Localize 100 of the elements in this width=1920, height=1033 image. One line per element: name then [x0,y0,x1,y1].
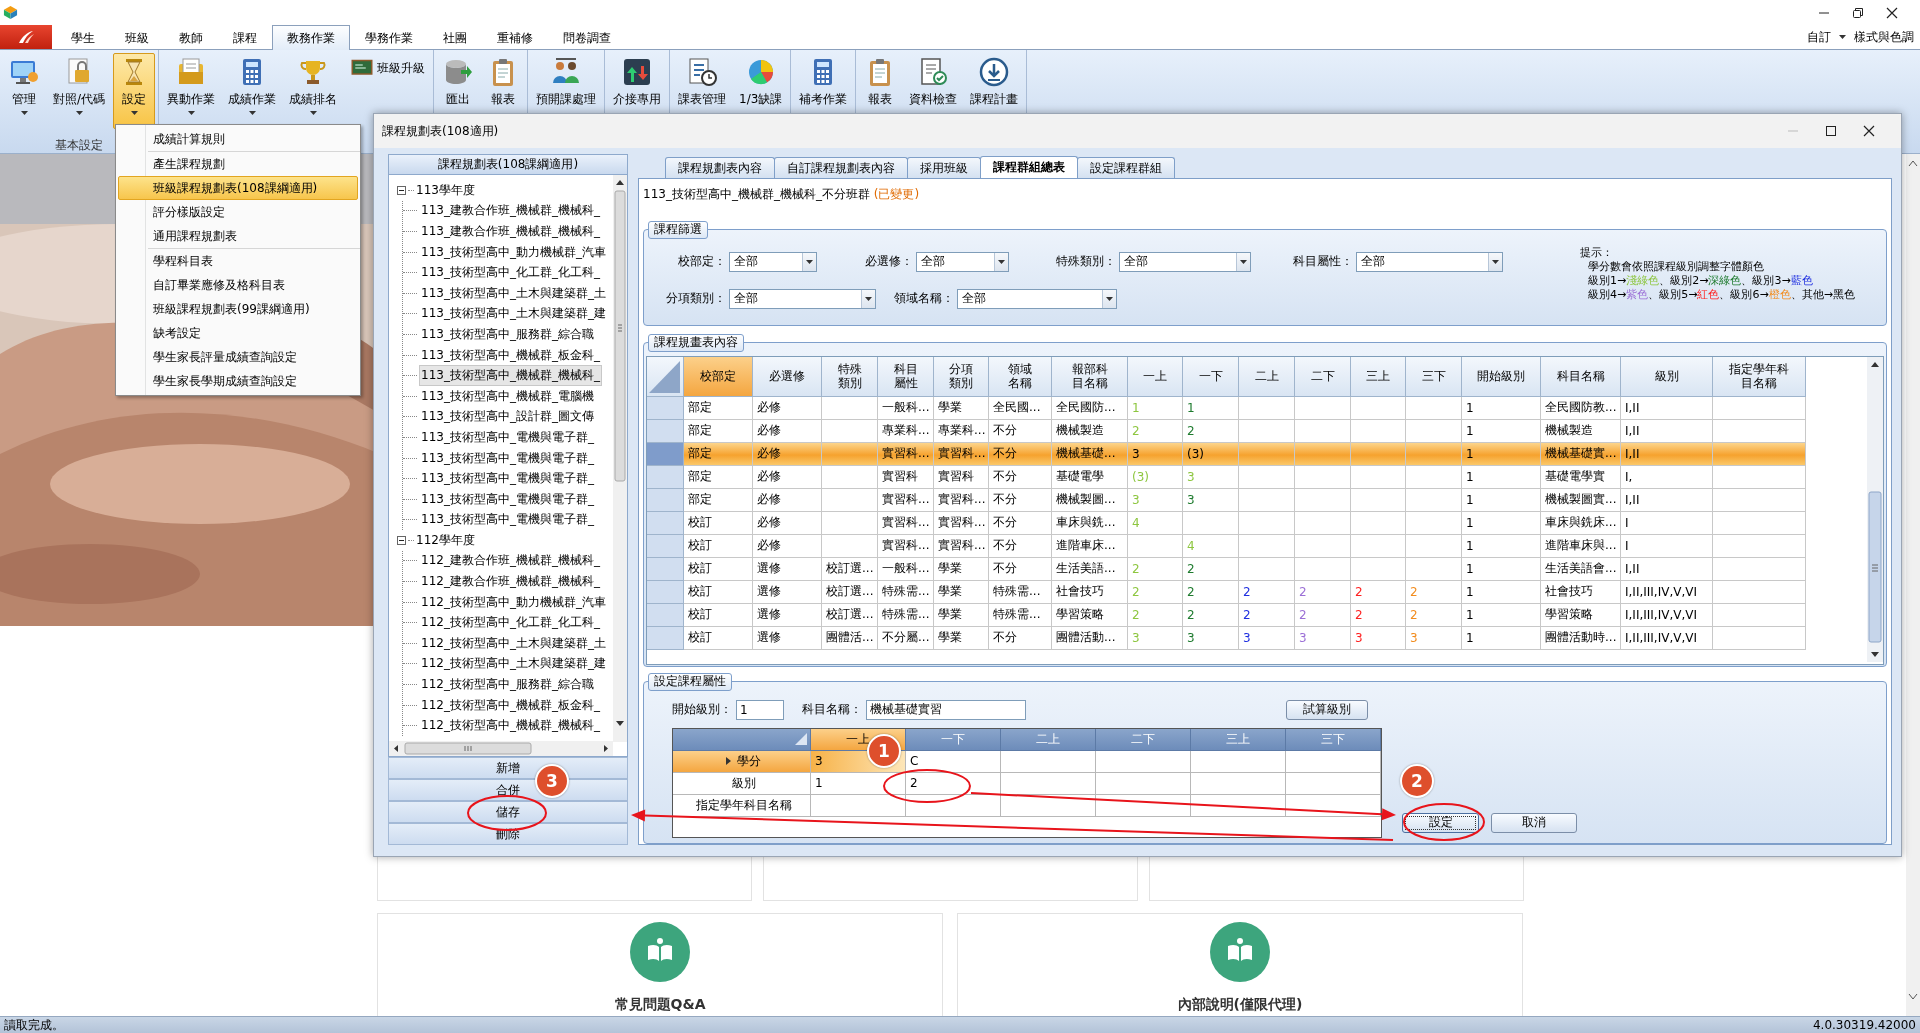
ribbon-button[interactable]: 異動作業 [162,53,221,129]
table-cell[interactable] [1191,772,1286,795]
dropdown[interactable]: 全部 [916,251,1009,272]
table-cell[interactable] [1286,772,1381,795]
row-header[interactable] [647,419,684,443]
ribbon-button[interactable]: 資料檢查 [904,53,963,129]
cancel-button[interactable]: 取消 [1491,812,1577,833]
tree-item[interactable]: 113_建教合作班_機械群_機械科_ [419,221,602,242]
tree-item[interactable]: 113_技術型高中_機械群_機械科_ [419,365,602,387]
dropdown[interactable]: 全部 [729,251,817,272]
style-menu[interactable]: 樣式與色調 [1854,28,1914,46]
menu-item[interactable]: 班級課程規劃表(99課綱適用) [118,297,358,321]
column-header[interactable]: 分項類別 [934,356,989,397]
tree-item[interactable]: 112_技術型高中_服務群_綜合職 [419,674,596,696]
row-header[interactable] [647,557,684,581]
menu-item[interactable]: 成績計算規則 [118,127,358,151]
tree-item[interactable]: 113_技術型高中_土木與建築群_土 [419,282,608,304]
scrollbar[interactable] [1906,154,1920,1016]
menu-item[interactable]: 自訂畢業應修及格科目表 [118,273,358,297]
ribbon-tab[interactable]: 教務作業 [272,25,350,50]
ribbon-tab[interactable]: 班級 [110,25,164,50]
menu-item[interactable]: 評分樣版設定 [118,200,358,224]
select-all-corner[interactable] [647,356,684,397]
row-header[interactable]: 級別 [673,772,811,795]
table-cell[interactable] [1001,750,1096,773]
tree-item[interactable]: 112_技術型高中_機械群_板金科_ [419,694,602,716]
tree-item[interactable]: 113_技術型高中_機械群_板金科_ [419,344,602,366]
menu-item[interactable]: 學生家長學期成績查詢設定 [118,369,358,393]
menu-item[interactable]: 學生家長評量成績查詢設定 [118,345,358,369]
restore-icon[interactable] [1852,6,1864,19]
tree-item[interactable]: 112_技術型高中_機械群_機械科_ [419,715,602,737]
table-cell[interactable] [1286,750,1381,773]
table-cell[interactable] [906,794,1001,817]
input-field[interactable]: 1 [736,699,784,720]
column-header[interactable]: 科目名稱 [1541,356,1621,397]
ribbon-button[interactable]: 成績作業 [223,53,282,129]
ribbon-button[interactable]: 報表 [859,53,902,129]
ribbon-tab[interactable]: 重補修 [482,25,548,50]
table-cell[interactable] [1096,794,1191,817]
tree-item[interactable]: 113_技術型高中_動力機械群_汽車 [419,241,608,263]
column-header[interactable]: 一上 [1128,356,1183,397]
column-header[interactable]: 三下 [1406,356,1462,397]
row-header[interactable] [647,396,684,420]
close-icon[interactable] [1863,125,1875,137]
tree-item[interactable]: 113_技術型高中_設計群_圖文傳 [419,406,596,428]
confirm-button[interactable]: 設定 [1402,812,1479,833]
ribbon-button[interactable]: 1/3缺課 [734,53,788,129]
column-header[interactable]: 校部定 [684,356,753,397]
scrollbar[interactable] [389,741,613,756]
row-header[interactable] [647,626,684,650]
tree-item[interactable]: 113_建教合作班_機械群_機械科_ [419,200,602,222]
column-header[interactable]: 二下 [1295,356,1351,397]
row-header[interactable] [647,511,684,535]
ribbon-tab[interactable]: 學生 [56,25,110,50]
menu-item[interactable]: 缺考設定 [118,321,358,345]
ribbon-button[interactable]: 補考作業 [794,53,853,129]
tree-item[interactable]: 112_技術型高中_土木與建築群_土 [419,632,608,654]
ribbon-button[interactable]: 成績排名 [284,53,343,129]
table-cell[interactable]: C [906,750,1001,773]
tab[interactable]: 採用班級 [907,157,981,178]
column-header[interactable]: 級別 [1621,356,1713,397]
row-header[interactable] [647,534,684,558]
dropdown[interactable]: 全部 [729,288,876,309]
tree-item[interactable]: 113_技術型高中_電機與電子群_ [419,509,596,531]
tab[interactable]: 設定課程群組 [1077,157,1175,178]
file-menu-button[interactable] [0,25,52,49]
ribbon-button[interactable]: 對照/代碼 [48,53,111,129]
ribbon-button[interactable]: 班級升級 [345,53,431,83]
tree-item[interactable]: 113_技術型高中_電機與電子群_ [419,468,596,490]
column-header[interactable]: 報部科目名稱 [1052,356,1128,397]
tree-item[interactable]: 112_建教合作班_機械群_機械科_ [419,571,602,593]
table-cell[interactable] [1096,750,1191,773]
dropdown[interactable]: 全部 [1356,251,1503,272]
row-header[interactable] [647,603,684,627]
table-cell[interactable] [1286,794,1381,817]
close-icon[interactable] [1886,6,1898,19]
panel-button[interactable]: 儲存 [388,801,628,823]
table-cell[interactable] [1001,794,1096,817]
menu-item[interactable]: 通用課程規劃表 [118,224,358,248]
tab[interactable]: 課程群組總表 [980,156,1078,178]
scrollbar[interactable] [1867,356,1883,662]
ribbon-tab[interactable]: 課程 [218,25,272,50]
ribbon-tab[interactable]: 社團 [428,25,482,50]
select-all-corner[interactable] [673,728,811,751]
row-header[interactable] [647,580,684,604]
ribbon-button[interactable]: 設定 [113,53,156,129]
tree-item[interactable]: 113_技術型高中_電機與電子群_ [419,426,596,448]
menu-item[interactable]: 學程科目表 [118,249,358,273]
ribbon-button[interactable]: 管理 [3,53,45,129]
quick-access-label[interactable]: 自訂 [1807,28,1831,46]
row-header[interactable] [647,488,684,512]
column-header[interactable]: 科目屬性 [878,356,934,397]
tree-item[interactable]: 112_建教合作班_機械群_機械科_ [419,550,602,572]
tree-item[interactable]: 113_技術型高中_電機與電子群_ [419,488,596,510]
ribbon-button[interactable]: 課程計畫 [965,53,1024,129]
table-cell[interactable] [1191,794,1286,817]
tree-item[interactable]: 112_技術型高中_化工群_化工科_ [419,612,602,634]
menu-item[interactable]: 產生課程規劃 [118,152,358,176]
menu-item[interactable]: 班級課程規劃表(108課綱適用) [118,176,358,200]
dropdown[interactable]: 全部 [1119,251,1251,272]
